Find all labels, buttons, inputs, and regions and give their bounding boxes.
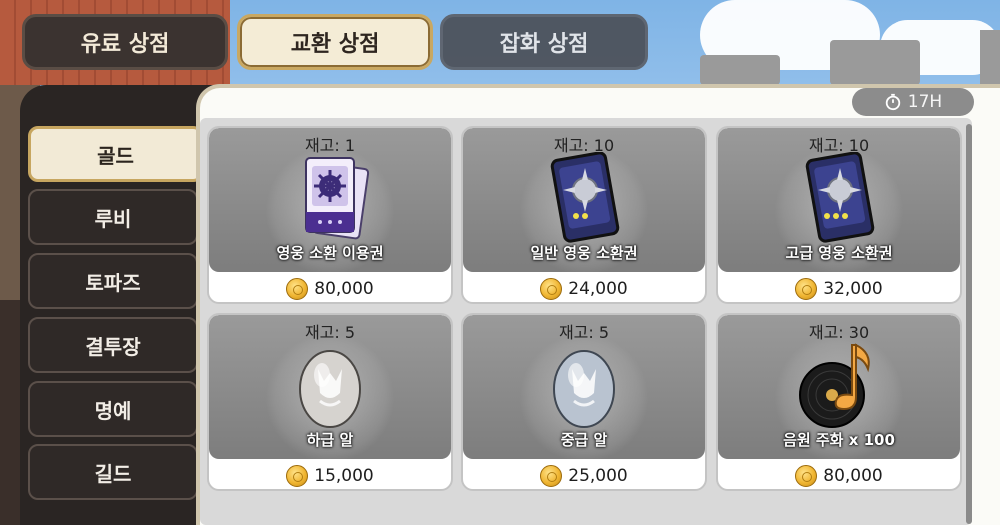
hero-summon-ticket-icon (305, 157, 370, 240)
item-price: 24,000 (463, 278, 705, 300)
tab-exchange-shop[interactable]: 교환 상점 (237, 14, 433, 70)
side-item-honor[interactable]: 명예 (28, 381, 198, 437)
price-value: 24,000 (568, 279, 628, 299)
side-item-topaz[interactable]: 토파즈 (28, 253, 198, 309)
mid-egg-icon (553, 350, 615, 428)
gold-coin-icon (286, 465, 309, 487)
item-name: 영웅 소환 이용권 (276, 244, 384, 262)
price-value: 25,000 (568, 466, 628, 486)
item-name: 하급 알 (306, 431, 354, 449)
background-tower (700, 55, 780, 85)
timer-label: 17H (907, 92, 943, 112)
stopwatch-icon (885, 93, 900, 111)
item-name: 음원 주화 x 100 (783, 431, 895, 449)
side-item-ruby[interactable]: 루비 (28, 189, 198, 245)
premium-summon-card-icon (805, 152, 875, 243)
gold-coin-icon (286, 278, 309, 300)
music-record-icon (799, 343, 870, 428)
shop-item-card[interactable]: 재고: 10 고급 영웅 소환권 32,000 (716, 126, 962, 304)
gold-coin-icon (795, 465, 818, 487)
price-value: 80,000 (314, 279, 374, 299)
price-value: 80,000 (823, 466, 883, 486)
background-tower (830, 40, 920, 85)
side-item-arena[interactable]: 결투장 (28, 317, 198, 373)
price-value: 15,000 (314, 466, 374, 486)
item-price: 80,000 (718, 465, 960, 487)
gold-coin-icon (540, 278, 563, 300)
shop-item-card[interactable]: 재고: 10 일반 영웅 소환권 24,000 (461, 126, 707, 304)
gold-coin-icon (795, 278, 818, 300)
gold-coin-icon (540, 465, 563, 487)
tab-misc-shop[interactable]: 잡화 상점 (440, 14, 648, 70)
item-name: 중급 알 (560, 431, 608, 449)
shop-item-card[interactable]: 재고: 5 중급 알 25,000 (461, 313, 707, 491)
item-price: 25,000 (463, 465, 705, 487)
item-price: 15,000 (209, 465, 451, 487)
shop-item-card[interactable]: 재고: 30 음원 주화 x 100 80,000 (716, 313, 962, 491)
refresh-timer: 17H (852, 88, 974, 116)
side-item-guild[interactable]: 길드 (28, 444, 198, 500)
item-name: 고급 영웅 소환권 (785, 244, 893, 262)
scrollbar[interactable] (966, 124, 972, 524)
tab-paid-shop[interactable]: 유료 상점 (22, 14, 228, 70)
shop-item-card[interactable]: 재고: 1 영웅 소환 이용권 80,000 (207, 126, 453, 304)
price-value: 32,000 (823, 279, 883, 299)
item-name: 일반 영웅 소환권 (530, 244, 638, 262)
item-price: 32,000 (718, 278, 960, 300)
normal-summon-card-icon (550, 152, 620, 243)
item-price: 80,000 (209, 278, 451, 300)
shop-item-card[interactable]: 재고: 5 하급 알 15,000 (207, 313, 453, 491)
low-egg-icon (299, 350, 361, 428)
side-item-gold[interactable]: 골드 (28, 126, 203, 182)
